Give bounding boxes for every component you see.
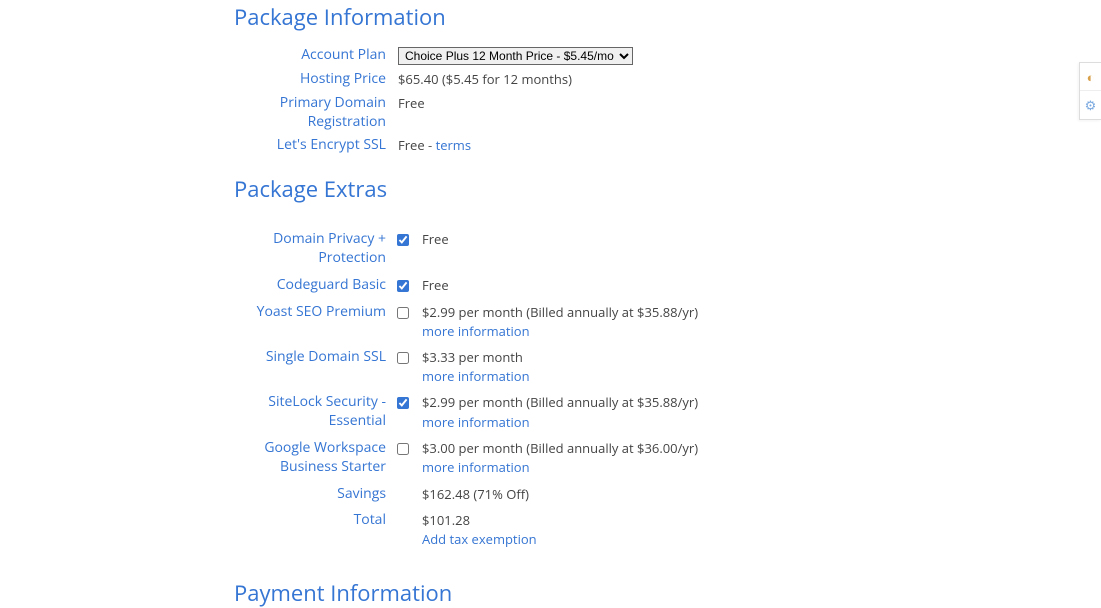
yoast-checkbox[interactable]	[397, 307, 409, 319]
single-ssl-price: $3.33 per month	[422, 348, 523, 366]
domain-privacy-row: Domain Privacy + Protection Free	[234, 230, 1081, 268]
lets-encrypt-label: Let's Encrypt SSL	[234, 136, 394, 155]
single-ssl-label: Single Domain SSL	[234, 348, 394, 367]
google-workspace-label: Google Workspace Business Starter	[234, 439, 394, 477]
hosting-price-row: Hosting Price $65.40 ($5.45 for 12 month…	[234, 70, 1081, 90]
lets-encrypt-row: Let's Encrypt SSL Free - terms	[234, 136, 1081, 156]
total-label: Total	[234, 511, 394, 530]
codeguard-label: Codeguard Basic	[234, 276, 394, 295]
primary-domain-value: Free	[398, 94, 425, 112]
codeguard-checkbox[interactable]	[397, 280, 409, 292]
package-information-header: Package Information	[234, 2, 1081, 32]
savings-row: Savings $162.48 (71% Off)	[234, 485, 1081, 505]
lets-encrypt-value: Free - terms	[398, 136, 471, 154]
codeguard-price: Free	[412, 276, 449, 294]
google-workspace-more-info-link[interactable]: more information	[422, 458, 698, 476]
google-workspace-row: Google Workspace Business Starter $3.00 …	[234, 439, 1081, 477]
account-plan-label: Account Plan	[234, 46, 394, 65]
yoast-price: $2.99 per month (Billed annually at $35.…	[422, 303, 698, 321]
total-value: $101.28	[422, 511, 470, 529]
codeguard-row: Codeguard Basic Free	[234, 276, 1081, 297]
side-tabs: ◐ ⚙	[1079, 62, 1101, 120]
account-plan-select[interactable]: Choice Plus 12 Month Price - $5.45/mo	[398, 47, 633, 65]
sitelock-checkbox[interactable]	[397, 397, 409, 409]
sitelock-label: SiteLock Security - Essential	[234, 393, 394, 431]
google-workspace-checkbox[interactable]	[397, 443, 409, 455]
primary-domain-row: Primary Domain Registration Free	[234, 94, 1081, 132]
package-extras-header: Package Extras	[234, 174, 1081, 204]
savings-value: $162.48 (71% Off)	[412, 485, 529, 503]
hosting-price-label: Hosting Price	[234, 70, 394, 89]
primary-domain-label: Primary Domain Registration	[234, 94, 394, 132]
payment-information-header: Payment Information	[234, 578, 1081, 608]
single-ssl-row: Single Domain SSL $3.33 per month more i…	[234, 348, 1081, 385]
sitelock-row: SiteLock Security - Essential $2.99 per …	[234, 393, 1081, 431]
domain-privacy-label: Domain Privacy + Protection	[234, 230, 394, 268]
account-plan-row: Account Plan Choice Plus 12 Month Price …	[234, 46, 1081, 66]
domain-privacy-checkbox[interactable]	[397, 234, 409, 246]
google-workspace-price: $3.00 per month (Billed annually at $36.…	[422, 439, 698, 457]
single-ssl-more-info-link[interactable]: more information	[422, 367, 530, 385]
side-tab-2[interactable]: ⚙	[1080, 91, 1101, 119]
savings-label: Savings	[234, 485, 394, 504]
yoast-label: Yoast SEO Premium	[234, 303, 394, 322]
terms-link[interactable]: terms	[436, 136, 471, 154]
domain-privacy-price: Free	[412, 230, 449, 248]
tax-exemption-link[interactable]: Add tax exemption	[422, 530, 537, 548]
side-tab-1[interactable]: ◐	[1080, 63, 1101, 91]
yoast-more-info-link[interactable]: more information	[422, 322, 698, 340]
yoast-row: Yoast SEO Premium $2.99 per month (Bille…	[234, 303, 1081, 340]
sitelock-price: $2.99 per month (Billed annually at $35.…	[422, 393, 698, 411]
sitelock-more-info-link[interactable]: more information	[422, 413, 698, 431]
single-ssl-checkbox[interactable]	[397, 352, 409, 364]
hosting-price-value: $65.40 ($5.45 for 12 months)	[398, 70, 572, 88]
